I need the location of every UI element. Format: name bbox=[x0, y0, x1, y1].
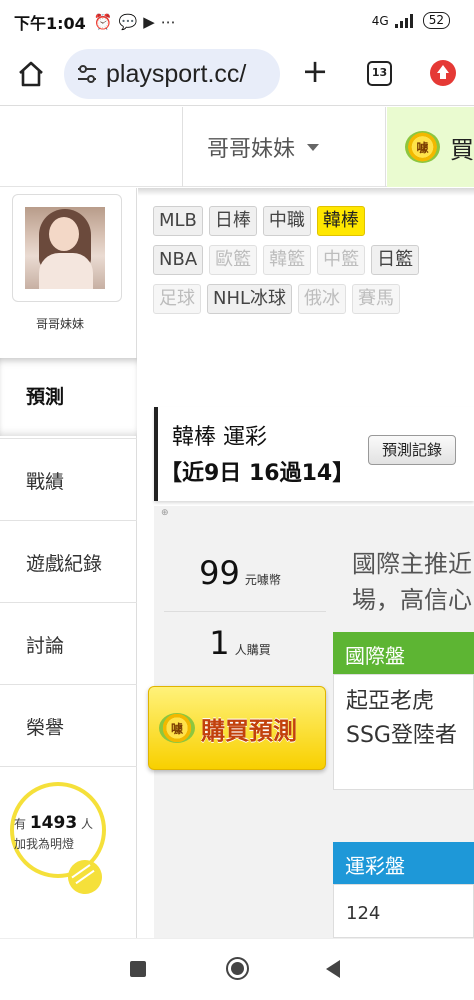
tag-china-basketball[interactable]: 中籃 bbox=[317, 245, 366, 275]
buy-prediction-button[interactable]: 噱 購買預測 bbox=[148, 686, 326, 770]
back-icon[interactable] bbox=[326, 960, 340, 978]
price-unit: 元噱幣 bbox=[244, 573, 281, 587]
sidebar-divider bbox=[0, 766, 137, 767]
tag-soccer[interactable]: 足球 bbox=[153, 284, 201, 314]
youtube-icon: ▶ bbox=[143, 13, 155, 31]
buyer-count: 1 人購買 bbox=[154, 624, 326, 662]
lottery-odds-value: 124 bbox=[333, 884, 474, 938]
tag-nhl[interactable]: NHL冰球 bbox=[207, 284, 293, 314]
coin-icon: 噱 bbox=[159, 713, 195, 743]
list-item: 起亞老虎 bbox=[346, 689, 435, 714]
status-bar: 下午1:04 ⏰ 💬 ▶ ⋯ 4G 52 bbox=[0, 0, 474, 44]
tag-row: 足球 NHL冰球 俄冰 賽馬 bbox=[153, 284, 473, 314]
list-item: SSG登陸者 bbox=[346, 723, 457, 748]
update-icon[interactable] bbox=[430, 60, 456, 86]
browser-toolbar: playsport.cc/ + 13 bbox=[0, 44, 474, 106]
page: 下午1:04 ⏰ 💬 ▶ ⋯ 4G 52 playsport.cc/ + 13 … bbox=[0, 0, 474, 1000]
tag-mlb[interactable]: MLB bbox=[153, 206, 203, 236]
more-notifications-icon: ⋯ bbox=[160, 13, 176, 31]
tag-npb[interactable]: 日棒 bbox=[208, 206, 257, 236]
user-dropdown[interactable]: 哥哥妹妹 bbox=[182, 107, 386, 187]
main-content: MLB 日棒 中職 韓棒 NBA 歐籃 韓籃 中籃 日籃 足球 NHL冰球 俄冰… bbox=[138, 188, 474, 938]
tag-row: NBA 歐籃 韓籃 中籃 日籃 bbox=[153, 245, 473, 275]
buy-tab[interactable]: 噱 買 bbox=[387, 107, 474, 187]
address-bar[interactable]: playsport.cc/ bbox=[64, 49, 280, 99]
sidebar-item-predictions[interactable]: 預測 bbox=[0, 358, 137, 436]
status-right: 4G 52 bbox=[372, 12, 450, 29]
tag-kbo[interactable]: 韓棒 bbox=[316, 206, 365, 236]
prediction-log-button[interactable]: 預測記錄 bbox=[368, 435, 456, 465]
home-icon[interactable] bbox=[16, 59, 46, 89]
league-tags: MLB 日棒 中職 韓棒 NBA 歐籃 韓籃 中籃 日籃 足球 NHL冰球 俄冰… bbox=[153, 206, 473, 323]
follow-light-label: 加我為明燈 bbox=[14, 837, 75, 851]
buyer-count-unit: 人購買 bbox=[234, 643, 271, 657]
caret-down-icon bbox=[307, 143, 320, 151]
network-label: 4G bbox=[371, 13, 389, 28]
tag-japan-basketball[interactable]: 日籃 bbox=[371, 245, 420, 275]
price-value: 99 bbox=[199, 554, 240, 592]
home-nav-icon[interactable] bbox=[226, 957, 249, 980]
recents-icon[interactable] bbox=[130, 961, 146, 977]
system-nav-bar bbox=[0, 938, 474, 1000]
site-settings-icon[interactable] bbox=[76, 64, 98, 84]
avatar-frame[interactable] bbox=[12, 194, 122, 302]
sidebar-item-discussion[interactable]: 討論 bbox=[0, 602, 137, 684]
follow-light-button[interactable]: 有 1493 人 加我為明燈 bbox=[0, 768, 136, 918]
alarm-icon: ⏰ bbox=[93, 13, 113, 31]
tag-korea-basketball[interactable]: 韓籃 bbox=[263, 245, 312, 275]
profile-name[interactable]: 哥哥妹妹 bbox=[0, 315, 120, 332]
tab-switcher-button[interactable]: 13 bbox=[367, 61, 392, 86]
sidebar-item-honors[interactable]: 榮譽 bbox=[0, 684, 137, 766]
coin-icon: 噱 bbox=[405, 131, 440, 163]
status-time: 下午1:04 bbox=[14, 14, 86, 33]
prediction-summary: 韓棒 運彩 【近9日 16過14】 預測記錄 bbox=[154, 407, 474, 501]
lottery-odds-header: 運彩盤 bbox=[333, 842, 474, 884]
battery-icon: 52 bbox=[422, 12, 450, 29]
url-text[interactable]: playsport.cc/ bbox=[106, 60, 246, 89]
international-odds-list: 起亞老虎 SSG登陸者 bbox=[333, 674, 474, 790]
buy-tab-label: 買 bbox=[450, 135, 474, 164]
sidebar-item-record[interactable]: 戰績 bbox=[0, 438, 137, 520]
tag-russia-hockey[interactable]: 俄冰 bbox=[298, 284, 347, 314]
tag-row: MLB 日棒 中職 韓棒 bbox=[153, 206, 473, 236]
prediction-record: 【近9日 16過14】 bbox=[160, 461, 355, 486]
international-odds-header: 國際盤 bbox=[333, 632, 474, 674]
tag-euro-basketball[interactable]: 歐籃 bbox=[209, 245, 258, 275]
chat-icon: 💬 bbox=[118, 13, 138, 31]
sidebar-item-game-log[interactable]: 遊戲紀錄 bbox=[0, 520, 137, 602]
buyer-count-value: 1 bbox=[209, 624, 230, 662]
follower-number: 1493 bbox=[29, 813, 78, 833]
pin-icon: ⊕ bbox=[161, 508, 169, 518]
tag-horse-racing[interactable]: 賽馬 bbox=[352, 284, 401, 314]
tag-nba[interactable]: NBA bbox=[153, 245, 204, 275]
user-dropdown-label: 哥哥妹妹 bbox=[207, 137, 296, 162]
signal-icon bbox=[394, 13, 417, 28]
price: 99 元噱幣 bbox=[154, 554, 326, 592]
avatar[interactable] bbox=[25, 207, 105, 289]
buy-prediction-label: 購買預測 bbox=[201, 716, 297, 745]
new-tab-icon[interactable]: + bbox=[300, 55, 330, 87]
prediction-title: 韓棒 運彩 bbox=[172, 425, 267, 450]
tag-cpbl[interactable]: 中職 bbox=[262, 206, 311, 236]
follower-count: 有 1493 人 加我為明燈 bbox=[14, 813, 124, 852]
profile-sidebar: 哥哥妹妹 預測 戰績 遊戲紀錄 討論 榮譽 有 1493 人 加我為明燈 bbox=[0, 188, 137, 938]
site-header: 哥哥妹妹 噱 買 bbox=[0, 107, 474, 187]
prediction-intro: 國際主推近 場，高信心 bbox=[352, 550, 472, 614]
purchase-panel: ⊕ 99 元噱幣 1 人購買 噱 購買預測 國際主推近 場，高信心 國際盤 起亞… bbox=[148, 506, 474, 938]
